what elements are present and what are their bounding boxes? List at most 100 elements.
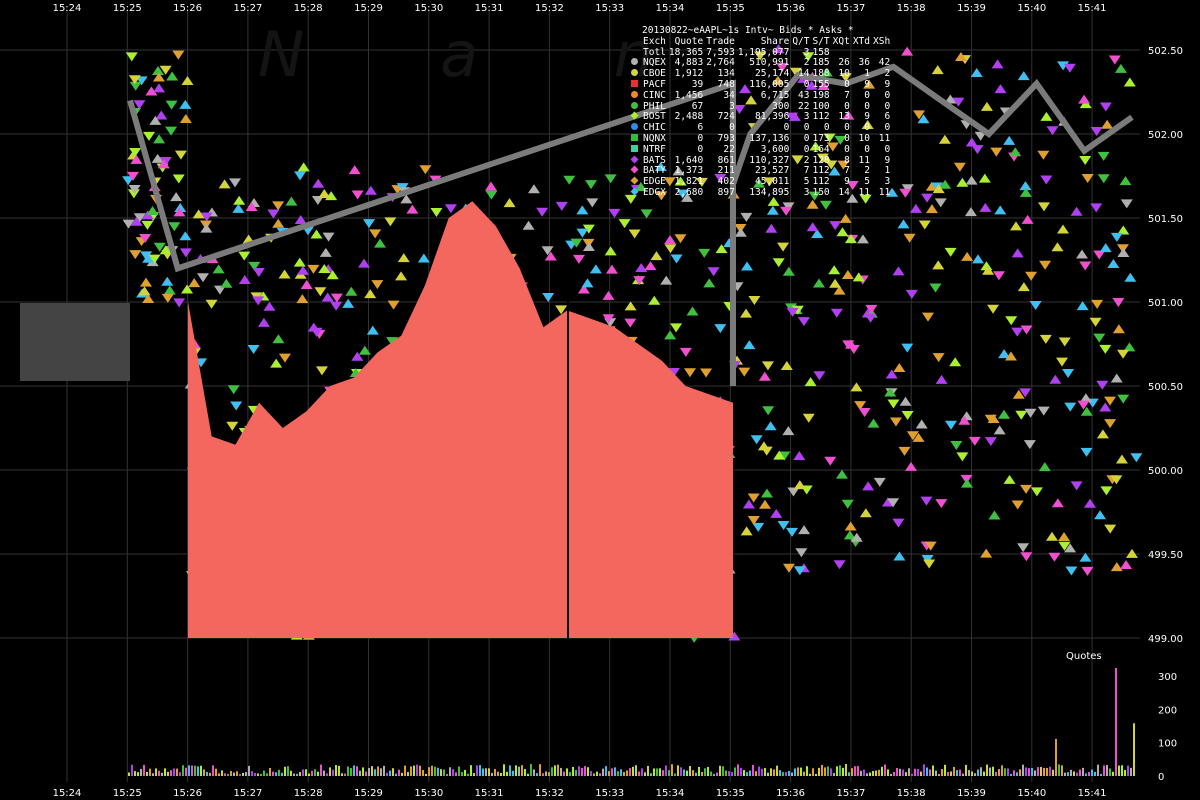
- quote-marker: [229, 178, 242, 188]
- volume-bar: [770, 768, 772, 776]
- quote-marker: [307, 264, 320, 274]
- volume-bar: [1058, 764, 1060, 776]
- volume-bar: [1106, 765, 1108, 776]
- volume-bar: [824, 767, 826, 776]
- volume-bar: [698, 766, 700, 776]
- volume-bar: [677, 765, 679, 776]
- quote-marker: [319, 247, 332, 257]
- quote-marker: [581, 278, 594, 288]
- volume-bar: [257, 773, 259, 776]
- volume-bar: [959, 769, 961, 776]
- quote-marker: [417, 253, 430, 263]
- volume-bar: [779, 770, 781, 776]
- volume-bar: [230, 771, 232, 776]
- quote-marker: [140, 277, 153, 287]
- quote-marker: [915, 419, 928, 429]
- quote-marker: [1101, 119, 1114, 129]
- quote-marker: [698, 248, 711, 258]
- quote-marker: [406, 204, 419, 214]
- overlay-box: [20, 303, 130, 381]
- quote-marker: [741, 261, 754, 271]
- volume-bar: [179, 772, 181, 776]
- volume-bar: [374, 769, 376, 776]
- volume-bar: [671, 764, 673, 776]
- volume-bar: [515, 765, 517, 776]
- legend-cell: 0: [844, 143, 850, 155]
- quote-marker: [1024, 408, 1037, 418]
- volume-bar: [266, 773, 268, 776]
- volume-tick-label: 0: [1158, 772, 1164, 783]
- legend-marker-icon: [630, 187, 638, 196]
- quote-marker: [1023, 440, 1036, 450]
- quote-marker: [772, 258, 785, 268]
- quote-marker: [992, 271, 1005, 281]
- volume-bar: [518, 766, 520, 776]
- quote-marker: [384, 217, 397, 227]
- volume-bar: [905, 772, 907, 776]
- quote-marker: [252, 296, 265, 306]
- volume-bar: [332, 769, 334, 776]
- volume-bar: [1037, 767, 1039, 776]
- x-tick-label-top: 15:28: [294, 3, 323, 14]
- x-tick-label-bottom: 15:33: [595, 788, 624, 799]
- x-tick-label-bottom: 15:37: [836, 788, 865, 799]
- volume-bar: [272, 771, 274, 776]
- legend-marker-icon: [630, 69, 638, 77]
- volume-bar: [1094, 771, 1096, 776]
- volume-tick-label: 100: [1158, 739, 1177, 750]
- quote-marker: [1120, 560, 1133, 570]
- quote-marker: [1003, 135, 1016, 145]
- quote-marker: [181, 75, 194, 85]
- quote-marker: [740, 526, 753, 536]
- volume-bar: [803, 771, 805, 776]
- quote-marker: [938, 134, 951, 144]
- volume-bar: [503, 764, 505, 776]
- y-tick-label: 501.00: [1148, 298, 1183, 309]
- quote-marker: [761, 361, 774, 371]
- volume-bar: [968, 770, 970, 776]
- volume-bar: [350, 768, 352, 776]
- volume-bar: [239, 773, 241, 776]
- volume-bar: [731, 772, 733, 776]
- volume-bar: [536, 773, 538, 776]
- volume-bar: [842, 767, 844, 776]
- quote-marker: [1017, 543, 1030, 553]
- quote-marker: [1076, 249, 1089, 259]
- volume-bar: [533, 769, 535, 776]
- quote-marker: [829, 278, 842, 288]
- volume-bar: [188, 765, 190, 776]
- volume-bar: [575, 769, 577, 776]
- volume-tick-label: 300: [1158, 672, 1177, 683]
- quote-marker: [322, 232, 335, 242]
- volume-bar: [896, 767, 898, 776]
- volume-bar: [299, 772, 301, 776]
- volume-bar: [686, 770, 688, 776]
- volume-bar: [395, 773, 397, 776]
- volume-bar: [974, 773, 976, 776]
- quote-marker: [586, 198, 599, 208]
- quote-marker: [950, 441, 963, 451]
- legend-cell: 34: [723, 89, 735, 101]
- quote-marker: [484, 181, 497, 191]
- volume-bar: [662, 770, 664, 776]
- legend-cell: 150: [812, 186, 830, 198]
- quote-marker: [1057, 224, 1070, 234]
- volume-bar: [728, 771, 730, 776]
- volume-bar: [242, 772, 244, 776]
- quote-marker: [899, 188, 912, 198]
- volume-bar: [287, 766, 289, 776]
- volume-bar: [233, 772, 235, 776]
- volume-bar: [587, 767, 589, 776]
- x-tick-label-bottom: 15:35: [716, 788, 745, 799]
- quote-marker: [1096, 429, 1109, 439]
- legend-cell: 0: [803, 122, 810, 134]
- legend-cell: 3,600: [760, 143, 790, 155]
- quote-marker: [812, 278, 825, 288]
- volume-bar: [752, 764, 754, 776]
- volume-bar: [485, 768, 487, 776]
- volume-bar: [176, 768, 178, 776]
- volume-bar: [452, 769, 454, 776]
- volume-bar: [398, 769, 400, 776]
- y-tick-label: 499.50: [1148, 550, 1183, 561]
- quote-marker: [278, 353, 291, 363]
